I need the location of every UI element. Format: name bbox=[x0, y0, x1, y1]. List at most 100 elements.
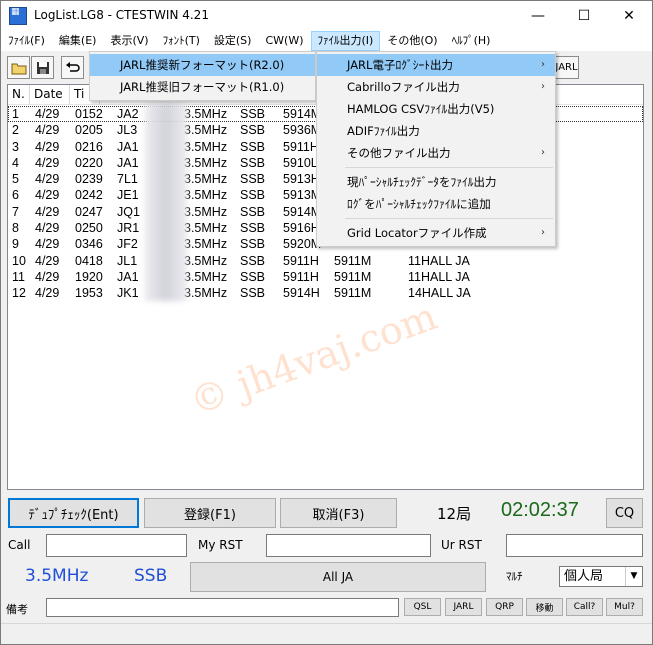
jarl-button[interactable]: JARL bbox=[445, 598, 482, 616]
row-mode: SSB bbox=[240, 139, 266, 154]
minimize-button[interactable]: — bbox=[515, 1, 561, 31]
row-call: JK1 bbox=[117, 286, 139, 301]
table-row[interactable]: 12 4/29 1953 JK1 3.5MHz SSB 5914H 5911M 14HALL J… bbox=[8, 285, 643, 301]
row-call: JA2 bbox=[117, 107, 139, 121]
row-band: 3.5MHz bbox=[184, 139, 228, 154]
menu-jarl-new-format[interactable]: JARL推奨新フォーマット(R2.0) bbox=[90, 54, 315, 76]
row-time: 1953 bbox=[75, 286, 103, 301]
clock: 02:02:37 bbox=[501, 499, 579, 521]
call-input[interactable] bbox=[46, 534, 187, 557]
row-mode: SSB bbox=[240, 155, 266, 170]
window-title: LogList.LG8 - CTESTWIN 4.21 bbox=[34, 8, 209, 22]
row-date: 4/29 bbox=[35, 204, 60, 219]
row-mode: SSB bbox=[240, 269, 266, 284]
menu-hamlog-csv-export-label: HAMLOG CSVﾌｧｲﾙ出力(V5) bbox=[347, 102, 495, 116]
row-band: 3.5MHz bbox=[184, 237, 228, 252]
menu-cabrillo-export[interactable]: Cabrilloファイル出力 › bbox=[317, 76, 555, 98]
row-call: JQ1 bbox=[117, 204, 140, 219]
menu-view[interactable]: 表示(V) bbox=[103, 31, 155, 51]
cq-button[interactable]: CQ bbox=[606, 498, 643, 528]
menu-file-export[interactable]: ﾌｧｲﾙ出力(I) bbox=[310, 31, 381, 51]
cancel-entry-button[interactable]: 取消(F3) bbox=[280, 498, 397, 528]
multi-query-button[interactable]: Mul? bbox=[606, 598, 643, 616]
row-number: 2 bbox=[12, 123, 19, 138]
band-display[interactable]: 3.5MHz bbox=[25, 566, 88, 586]
qso-count: 12局 bbox=[437, 505, 472, 523]
menu-help[interactable]: ﾍﾙﾌﾟ(H) bbox=[445, 31, 498, 51]
menu-cw[interactable]: CW(W) bbox=[258, 31, 310, 51]
my-rst-input[interactable] bbox=[266, 534, 431, 557]
open-button[interactable] bbox=[7, 56, 30, 79]
register-button[interactable]: 登録(F1) bbox=[144, 498, 276, 528]
menu-jarl-electronic-log[interactable]: JARL電子ﾛｸﾞｼｰﾄ出力 › bbox=[317, 54, 555, 76]
jarl-toolbar-button[interactable]: JARL bbox=[554, 56, 579, 79]
chevron-down-icon: ▼ bbox=[625, 567, 642, 586]
menu-other[interactable]: その他(O) bbox=[380, 31, 444, 51]
chevron-right-icon: › bbox=[541, 59, 545, 70]
menu-other-export-label: その他ファイル出力 bbox=[347, 146, 451, 160]
menu-jarl-old-format[interactable]: JARL推奨旧フォーマット(R1.0) bbox=[90, 76, 315, 98]
column-date[interactable]: Date bbox=[30, 85, 70, 105]
row-mode: SSB bbox=[240, 253, 266, 268]
table-row[interactable]: 11 4/29 1920 JA1 3.5MHz SSB 5911H 5911M 11HALL J… bbox=[8, 269, 643, 285]
portable-button[interactable]: 移動 bbox=[526, 598, 563, 616]
row-date: 4/29 bbox=[35, 155, 60, 170]
chevron-right-icon: › bbox=[541, 81, 545, 92]
row-number: 8 bbox=[12, 221, 19, 236]
file-export-menu: JARL電子ﾛｸﾞｼｰﾄ出力 › Cabrilloファイル出力 › HAMLOG C… bbox=[316, 51, 556, 247]
row-call: JR1 bbox=[117, 221, 140, 236]
row-call: JF2 bbox=[117, 237, 138, 252]
station-type-select[interactable]: 個人局 ▼ bbox=[559, 566, 643, 587]
column-number[interactable]: N. bbox=[8, 85, 30, 105]
menu-hamlog-csv-export[interactable]: HAMLOG CSVﾌｧｲﾙ出力(V5) bbox=[317, 98, 555, 120]
row-number: 9 bbox=[12, 237, 19, 252]
qrp-button[interactable]: QRP bbox=[486, 598, 523, 616]
watermark: © jh4vaj.com bbox=[184, 294, 443, 424]
undo-button[interactable] bbox=[61, 56, 84, 79]
dupe-check-button[interactable]: ﾃﾞｭﾌﾟﾁｪｯｸ(Ent) bbox=[8, 498, 139, 528]
row-number: 6 bbox=[12, 188, 19, 203]
row-number: 5 bbox=[12, 172, 19, 187]
qsl-button[interactable]: QSL bbox=[404, 598, 441, 616]
row-date: 4/29 bbox=[35, 188, 60, 203]
menu-settings[interactable]: 設定(S) bbox=[207, 31, 259, 51]
row-sent: 5913H bbox=[283, 172, 320, 187]
call-query-button[interactable]: Call? bbox=[566, 598, 603, 616]
remarks-input[interactable] bbox=[46, 598, 399, 617]
menu-edit[interactable]: 編集(E) bbox=[52, 31, 104, 51]
menu-append-partial-check[interactable]: ﾛｸﾞをﾊﾟｰｼｬﾙﾁｪｯｸﾌｧｲﾙに追加 bbox=[317, 193, 555, 215]
table-row[interactable]: 10 4/29 0418 JL1 3.5MHz SSB 5911H 5911M 11HALL J… bbox=[8, 253, 643, 269]
close-button[interactable]: ✕ bbox=[606, 1, 652, 31]
menu-other-export[interactable]: その他ファイル出力 › bbox=[317, 142, 555, 164]
row-band: 3.5MHz bbox=[184, 286, 228, 301]
ur-rst-input[interactable] bbox=[506, 534, 643, 557]
row-time: 0152 bbox=[75, 107, 103, 121]
contest-select-button[interactable]: All JA bbox=[190, 562, 486, 592]
row-band: 3.5MHz bbox=[184, 123, 228, 138]
row-mode: SSB bbox=[240, 204, 266, 219]
row-sent: 5914H bbox=[283, 286, 320, 301]
row-mode: SSB bbox=[240, 237, 266, 252]
row-mode: SSB bbox=[240, 123, 266, 138]
menu-grid-locator[interactable]: Grid Locatorファイル作成 › bbox=[317, 222, 555, 244]
save-button[interactable] bbox=[31, 56, 54, 79]
row-sent: 5916H bbox=[283, 221, 320, 236]
row-band: 3.5MHz bbox=[184, 107, 228, 121]
menu-bar: ﾌｧｲﾙ(F) 編集(E) 表示(V) ﾌｫﾝﾄ(T) 設定(S) CW(W) … bbox=[1, 31, 652, 51]
menu-file[interactable]: ﾌｧｲﾙ(F) bbox=[1, 31, 52, 51]
menu-font[interactable]: ﾌｫﾝﾄ(T) bbox=[156, 31, 207, 51]
menu-adif-export[interactable]: ADIFﾌｧｲﾙ出力 bbox=[317, 120, 555, 142]
chevron-right-icon: › bbox=[541, 227, 545, 238]
row-time: 0418 bbox=[75, 253, 103, 268]
menu-partial-check-export[interactable]: 現ﾊﾟｰｼｬﾙﾁｪｯｸﾃﾞｰﾀをﾌｧｲﾙ出力 bbox=[317, 171, 555, 193]
row-call: JA1 bbox=[117, 269, 139, 284]
row-band: 3.5MHz bbox=[184, 155, 228, 170]
row-call: JL1 bbox=[117, 253, 138, 268]
menu-cabrillo-export-label: Cabrilloファイル出力 bbox=[347, 80, 460, 94]
mode-display[interactable]: SSB bbox=[134, 566, 167, 586]
row-mode: SSB bbox=[240, 107, 266, 121]
maximize-button[interactable]: ☐ bbox=[561, 1, 607, 31]
row-number: 3 bbox=[12, 139, 19, 154]
row-date: 4/29 bbox=[35, 253, 60, 268]
row-date: 4/29 bbox=[35, 172, 60, 187]
